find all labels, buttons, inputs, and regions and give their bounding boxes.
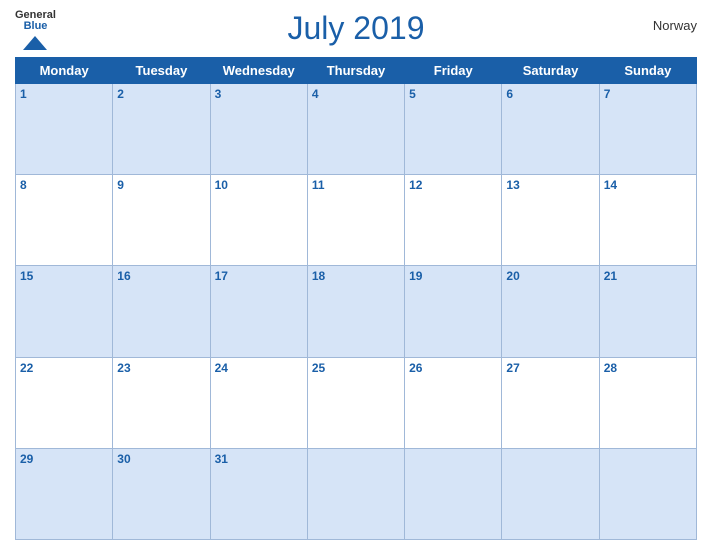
calendar-cell xyxy=(307,448,404,539)
day-number: 27 xyxy=(506,361,519,375)
day-number: 12 xyxy=(409,178,422,192)
weekday-header-wednesday: Wednesday xyxy=(210,58,307,84)
day-number: 23 xyxy=(117,361,130,375)
calendar-cell xyxy=(599,448,696,539)
calendar-cell: 23 xyxy=(113,357,210,448)
weekday-header-friday: Friday xyxy=(405,58,502,84)
calendar-cell: 8 xyxy=(16,175,113,266)
calendar-cell: 12 xyxy=(405,175,502,266)
calendar-cell: 22 xyxy=(16,357,113,448)
calendar-cell xyxy=(405,448,502,539)
day-number: 19 xyxy=(409,269,422,283)
weekday-header-sunday: Sunday xyxy=(599,58,696,84)
calendar-cell: 20 xyxy=(502,266,599,357)
calendar-cell: 17 xyxy=(210,266,307,357)
header: General Blue July 2019 Norway xyxy=(15,10,697,53)
day-number: 11 xyxy=(312,178,325,192)
day-number: 17 xyxy=(215,269,228,283)
day-number: 2 xyxy=(117,87,124,101)
calendar-cell: 29 xyxy=(16,448,113,539)
day-number: 28 xyxy=(604,361,617,375)
calendar-title: July 2019 xyxy=(288,10,425,47)
calendar-week-row: 1 2 3 4 5 6 7 xyxy=(16,84,697,175)
calendar-cell: 16 xyxy=(113,266,210,357)
logo-icon xyxy=(21,34,49,52)
day-number: 24 xyxy=(215,361,228,375)
calendar-cell: 3 xyxy=(210,84,307,175)
calendar-cell: 27 xyxy=(502,357,599,448)
day-number: 10 xyxy=(215,178,228,192)
calendar-cell: 31 xyxy=(210,448,307,539)
weekday-header-saturday: Saturday xyxy=(502,58,599,84)
day-number: 20 xyxy=(506,269,519,283)
country-label: Norway xyxy=(653,18,697,33)
day-number: 14 xyxy=(604,178,617,192)
logo-blue: Blue xyxy=(24,21,48,32)
day-number: 13 xyxy=(506,178,519,192)
day-number: 7 xyxy=(604,87,611,101)
weekday-header-thursday: Thursday xyxy=(307,58,404,84)
weekday-header-tuesday: Tuesday xyxy=(113,58,210,84)
calendar-cell: 1 xyxy=(16,84,113,175)
day-number: 30 xyxy=(117,452,130,466)
day-number: 3 xyxy=(215,87,222,101)
calendar-cell: 18 xyxy=(307,266,404,357)
day-number: 25 xyxy=(312,361,325,375)
day-number: 22 xyxy=(20,361,33,375)
calendar-week-row: 29 30 31 xyxy=(16,448,697,539)
calendar-cell: 6 xyxy=(502,84,599,175)
calendar-week-row: 15 16 17 18 19 20 21 xyxy=(16,266,697,357)
calendar-cell: 28 xyxy=(599,357,696,448)
calendar-cell: 15 xyxy=(16,266,113,357)
calendar-cell: 25 xyxy=(307,357,404,448)
calendar-week-row: 8 9 10 11 12 13 14 xyxy=(16,175,697,266)
calendar-cell: 13 xyxy=(502,175,599,266)
calendar-cell: 7 xyxy=(599,84,696,175)
day-number: 8 xyxy=(20,178,27,192)
calendar-cell: 5 xyxy=(405,84,502,175)
day-number: 6 xyxy=(506,87,513,101)
calendar-cell: 24 xyxy=(210,357,307,448)
weekday-header-monday: Monday xyxy=(16,58,113,84)
calendar-cell: 21 xyxy=(599,266,696,357)
weekday-header-row: MondayTuesdayWednesdayThursdayFridaySatu… xyxy=(16,58,697,84)
day-number: 26 xyxy=(409,361,422,375)
calendar-cell: 19 xyxy=(405,266,502,357)
calendar-table: MondayTuesdayWednesdayThursdayFridaySatu… xyxy=(15,57,697,540)
calendar-cell: 2 xyxy=(113,84,210,175)
day-number: 15 xyxy=(20,269,33,283)
calendar-week-row: 22 23 24 25 26 27 28 xyxy=(16,357,697,448)
calendar-cell: 11 xyxy=(307,175,404,266)
day-number: 16 xyxy=(117,269,130,283)
day-number: 1 xyxy=(20,87,27,101)
logo: General Blue xyxy=(15,10,56,52)
day-number: 18 xyxy=(312,269,325,283)
calendar-cell: 9 xyxy=(113,175,210,266)
day-number: 9 xyxy=(117,178,124,192)
day-number: 4 xyxy=(312,87,319,101)
day-number: 31 xyxy=(215,452,228,466)
calendar-cell: 26 xyxy=(405,357,502,448)
calendar-cell: 30 xyxy=(113,448,210,539)
calendar-cell xyxy=(502,448,599,539)
day-number: 21 xyxy=(604,269,617,283)
calendar-cell: 14 xyxy=(599,175,696,266)
day-number: 29 xyxy=(20,452,33,466)
calendar-cell: 10 xyxy=(210,175,307,266)
day-number: 5 xyxy=(409,87,416,101)
calendar-cell: 4 xyxy=(307,84,404,175)
